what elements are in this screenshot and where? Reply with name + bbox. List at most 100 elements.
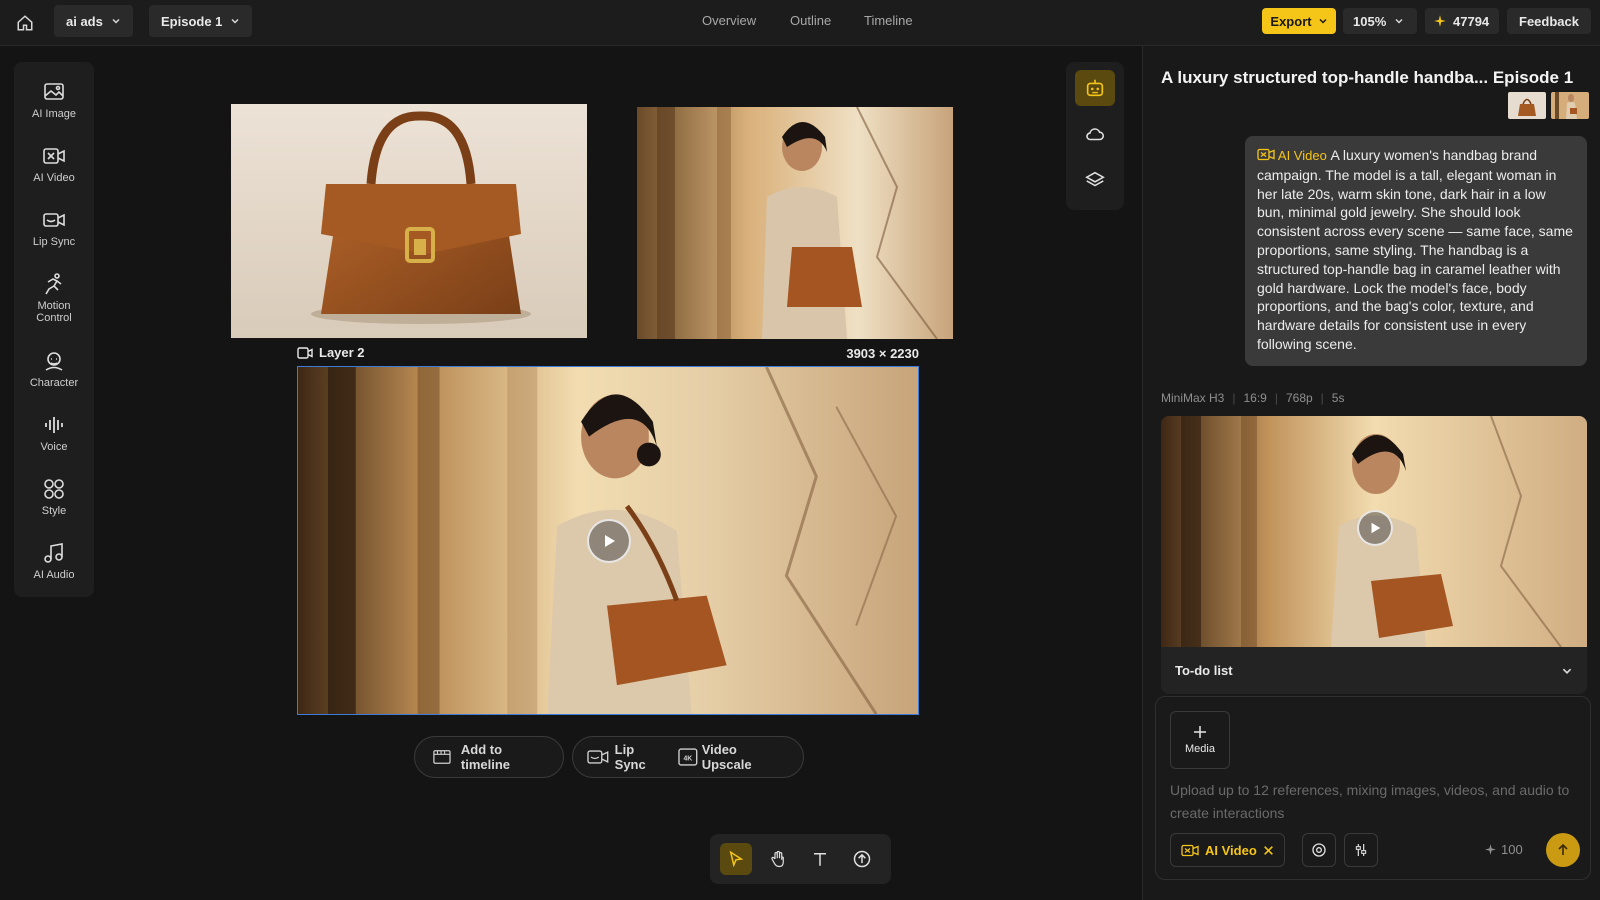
tool-character[interactable]: Character: [14, 349, 94, 389]
meta-duration: 5s: [1331, 391, 1345, 405]
ai-audio-icon: [44, 543, 63, 563]
video-actions-group: Lip Sync 4K Video Upscale: [572, 736, 804, 778]
at-target-icon: [1312, 843, 1326, 857]
send-button[interactable]: [1546, 833, 1580, 867]
prompt-composer: Media Upload up to 12 references, mixing…: [1155, 696, 1591, 880]
meta-divider: |: [1232, 391, 1236, 405]
upscale-4k-icon: 4K: [678, 748, 698, 766]
meta-ratio: 16:9: [1243, 391, 1267, 405]
sparkle-icon: [1485, 844, 1496, 855]
episode-name: Episode 1: [161, 13, 223, 29]
play-icon: [1371, 522, 1381, 534]
export-label: Export: [1270, 13, 1312, 29]
zoom-level: 105%: [1353, 13, 1387, 29]
reference-thumbnail-model[interactable]: [1551, 92, 1589, 119]
reference-thumbnail-bag[interactable]: [1508, 92, 1546, 119]
video-icon: [297, 346, 313, 359]
meta-model: MiniMax H3: [1161, 391, 1225, 405]
tool-style[interactable]: Style: [14, 477, 94, 517]
meta-resolution: 768p: [1285, 391, 1313, 405]
selected-video-layer[interactable]: [297, 366, 919, 715]
text-tool[interactable]: [804, 843, 836, 875]
lip-sync-icon: [43, 213, 65, 227]
add-media-button[interactable]: Media: [1170, 711, 1230, 769]
voice-icon: [45, 417, 63, 433]
tab-outline[interactable]: Outline: [790, 13, 831, 28]
chevron-down-icon: [1395, 18, 1403, 24]
chevron-down-icon: [231, 18, 239, 24]
project-name: ai ads: [66, 13, 103, 29]
arrow-up-icon: [1558, 843, 1568, 855]
cloud-button[interactable]: [1075, 116, 1115, 152]
project-selector[interactable]: ai ads: [54, 5, 133, 37]
handbag-image[interactable]: [231, 104, 587, 338]
mode-label: AI Video: [1205, 842, 1257, 858]
feedback-label: Feedback: [1519, 13, 1579, 29]
character-icon: [45, 352, 63, 371]
model-image[interactable]: [637, 107, 953, 339]
media-label: Media: [1185, 743, 1215, 755]
tab-timeline[interactable]: Timeline: [864, 13, 913, 28]
mode-chip-ai-video[interactable]: AI Video: [1170, 833, 1285, 867]
tool-voice[interactable]: Voice: [14, 413, 94, 453]
prompt-message: AI Video A luxury women's handbag brand …: [1245, 136, 1587, 366]
top-bar: ai ads Episode 1 Overview Outline Timeli…: [0, 0, 1600, 46]
play-button[interactable]: [587, 519, 631, 563]
upload-icon: [853, 850, 871, 868]
meta-divider: |: [1320, 391, 1324, 405]
canvas-toolbar: [710, 834, 891, 884]
todo-label: To-do list: [1175, 663, 1233, 678]
layer-name: Layer 2: [319, 345, 365, 360]
reference-mode-button[interactable]: [1302, 833, 1336, 867]
tab-overview[interactable]: Overview: [702, 13, 756, 28]
ai-image-icon: [44, 83, 64, 100]
layers-button[interactable]: [1075, 162, 1115, 198]
agent-button[interactable]: [1075, 70, 1115, 106]
export-button[interactable]: Export: [1262, 8, 1336, 34]
lip-sync-button[interactable]: Lip Sync: [587, 742, 668, 772]
generated-video-card[interactable]: To-do list: [1161, 416, 1587, 694]
tool-lip-sync[interactable]: Lip Sync: [14, 208, 94, 248]
tool-ai-image[interactable]: AI Image: [14, 80, 94, 120]
tool-motion-control[interactable]: Motion Control: [14, 272, 94, 324]
chevron-down-icon: [1319, 18, 1327, 24]
todo-list-toggle[interactable]: To-do list: [1161, 647, 1587, 694]
robot-icon: [1086, 79, 1104, 97]
hand-tool[interactable]: [762, 843, 794, 875]
ai-video-icon: [1257, 148, 1275, 161]
tool-ai-video[interactable]: AI Video: [14, 144, 94, 184]
motion-control-icon: [45, 273, 62, 295]
chevron-down-icon: [1562, 668, 1572, 674]
zoom-selector[interactable]: 105%: [1343, 8, 1417, 34]
preview-play-button[interactable]: [1357, 510, 1393, 546]
meta-divider: |: [1274, 391, 1278, 405]
tool-sidebar: AI Image AI Video Lip Sync Motion Contro…: [14, 62, 94, 597]
add-to-timeline-button[interactable]: Add to timeline: [414, 736, 564, 778]
sparkle-icon: [1434, 15, 1446, 27]
generation-meta: MiniMax H3 | 16:9 | 768p | 5s: [1161, 391, 1344, 405]
panel-title: A luxury structured top-handle handba...…: [1161, 68, 1574, 87]
lip-sync-icon: [587, 750, 609, 764]
chevron-down-icon: [112, 18, 120, 24]
prompt-input[interactable]: Upload up to 12 references, mixing image…: [1170, 779, 1570, 825]
credits-count: 47794: [1453, 13, 1490, 29]
assistant-toolbar: [1066, 62, 1124, 210]
feedback-button[interactable]: Feedback: [1507, 8, 1591, 34]
ai-video-icon: [1181, 844, 1199, 856]
select-tool[interactable]: [720, 843, 752, 875]
layer-dimensions: 3903 × 2230: [846, 346, 919, 361]
episode-selector[interactable]: Episode 1: [149, 5, 253, 37]
home-icon[interactable]: [12, 10, 38, 36]
svg-text:4K: 4K: [683, 755, 692, 762]
tool-ai-audio[interactable]: AI Audio: [14, 541, 94, 581]
upload-tool[interactable]: [846, 843, 878, 875]
play-icon: [605, 535, 615, 547]
video-upscale-button[interactable]: 4K Video Upscale: [678, 742, 789, 772]
credits-badge[interactable]: 47794: [1425, 8, 1499, 34]
cursor-icon: [729, 850, 744, 868]
layer-label: Layer 2: [297, 345, 365, 360]
settings-adjust-button[interactable]: [1344, 833, 1378, 867]
hand-icon: [771, 850, 784, 868]
ai-video-icon: [43, 148, 65, 164]
close-icon[interactable]: [1263, 845, 1274, 856]
